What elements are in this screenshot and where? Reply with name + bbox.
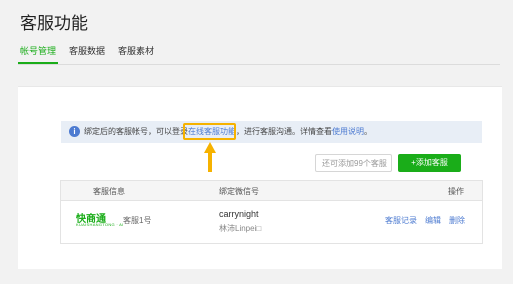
service-count-input[interactable] — [315, 154, 392, 172]
tab-service-materials[interactable]: 客服素材 — [118, 44, 154, 57]
info-icon: i — [69, 126, 80, 137]
tab-account-management[interactable]: 帐号管理 — [20, 44, 56, 57]
table-header: 客服信息 绑定微信号 操作 — [61, 181, 482, 201]
header-wechat-id: 绑定微信号 — [219, 187, 259, 196]
usage-guide-link[interactable]: 使用说明 — [332, 127, 364, 136]
service-table: 客服信息 绑定微信号 操作 快商通 KUAISHANGTONG · AI 客服1… — [60, 180, 483, 244]
logo-subtext: KUAISHANGTONG · AI — [76, 222, 124, 227]
service-name: 客服1号 — [123, 216, 152, 225]
header-actions: 操作 — [448, 187, 464, 196]
page-title: 客服功能 — [20, 14, 88, 33]
edit-link[interactable]: 编辑 — [425, 215, 441, 226]
annotation-arrow-icon — [204, 142, 216, 172]
notice-text-after: 。 — [364, 127, 372, 136]
tab-service-data[interactable]: 客服数据 — [69, 44, 105, 57]
wechat-nickname-text: 林沛Linpei — [219, 224, 257, 233]
account-management-panel: i 绑定后的客服帐号，可以登录在线客服功能，进行客服沟通。详情查看使用说明。 +… — [18, 86, 502, 269]
tab-bar: 帐号管理 客服数据 客服素材 — [18, 44, 500, 65]
wechat-nickname: 林沛Linpei□ — [219, 223, 261, 234]
wechat-id: carrynight — [219, 209, 259, 219]
notice-text-before: 绑定后的客服帐号，可以登录 — [84, 127, 188, 136]
active-tab-indicator — [18, 62, 58, 64]
nickname-suffix: □ — [256, 224, 262, 233]
info-notice: i 绑定后的客服帐号，可以登录在线客服功能，进行客服沟通。详情查看使用说明。 — [61, 121, 482, 143]
service-records-link[interactable]: 客服记录 — [385, 215, 417, 226]
header-service-info: 客服信息 — [93, 187, 125, 196]
delete-link[interactable]: 删除 — [449, 215, 465, 226]
annotation-highlight-box — [183, 123, 236, 140]
add-service-button[interactable]: +添加客服 — [398, 154, 461, 172]
notice-text-middle: ，进行客服沟通。详情查看 — [236, 127, 332, 136]
service-logo: 快商通 KUAISHANGTONG · AI — [76, 210, 123, 228]
